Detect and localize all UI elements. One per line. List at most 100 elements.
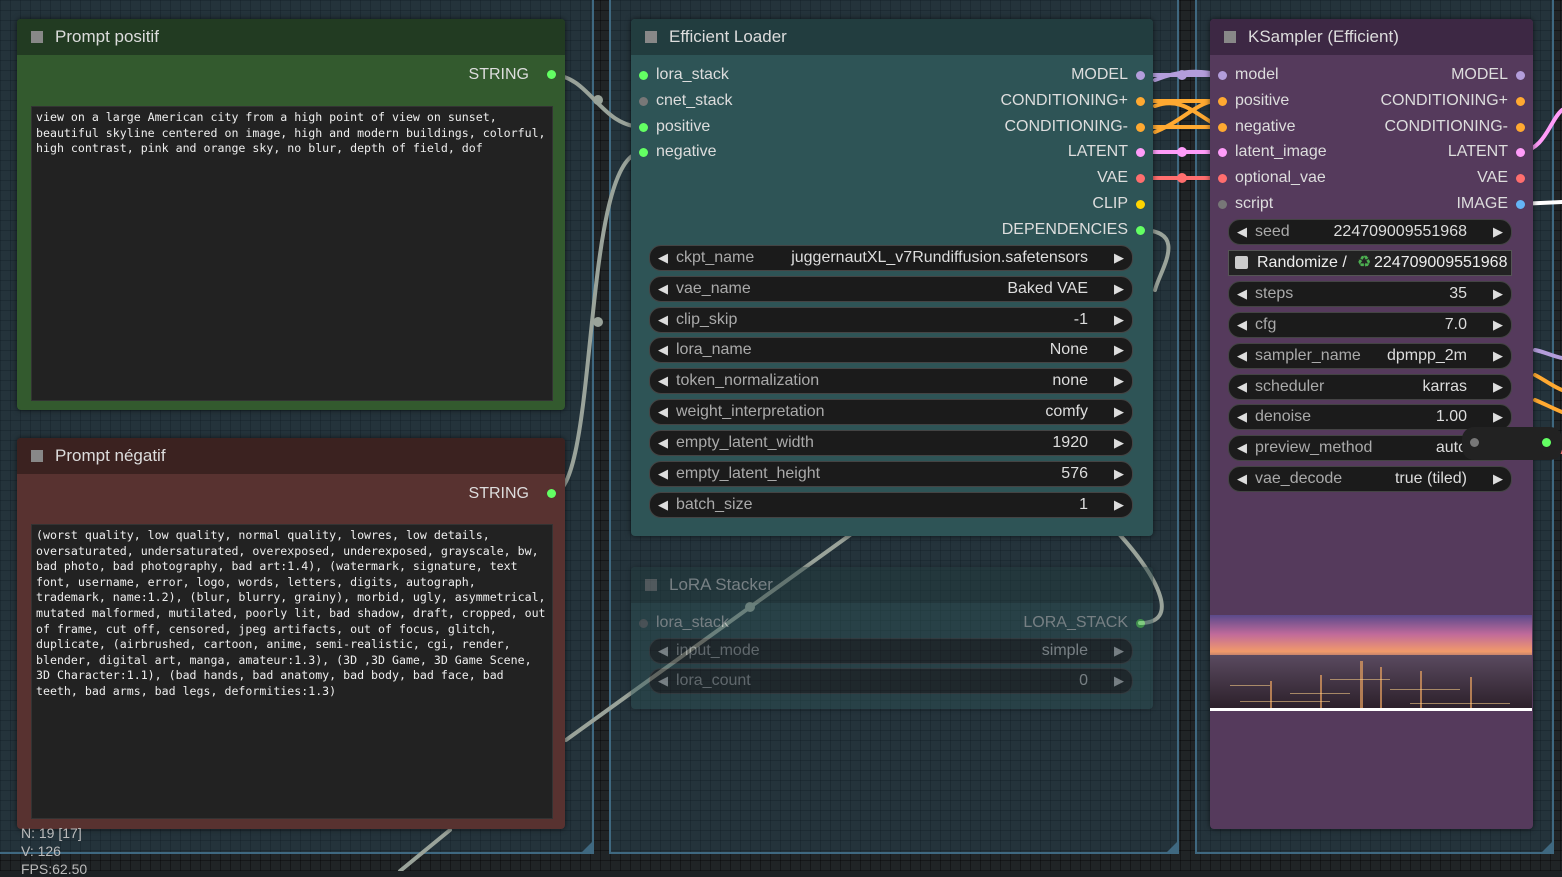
collapse-square-icon[interactable] [31,450,43,462]
arrow-left-icon[interactable]: ◀ [1237,436,1247,460]
node-prompt-negative[interactable]: Prompt négatif STRING (worst quality, lo… [17,438,565,829]
arrow-left-icon[interactable]: ◀ [658,338,668,362]
arrow-left-icon[interactable]: ◀ [1237,344,1247,368]
arrow-right-icon[interactable]: ▶ [1114,277,1124,301]
output-slot-latent[interactable] [1136,148,1145,157]
arrow-right-icon[interactable]: ▶ [1114,462,1124,486]
node-efficient-loader[interactable]: Efficient Loader lora_stack cnet_stack p… [631,19,1153,536]
output-slot-conditioning-pos[interactable] [1516,97,1525,106]
widget-sampler-name[interactable]: ◀ sampler_name dpmpp_2m ▶ [1228,343,1512,369]
node-prompt-positive[interactable]: Prompt positif STRING view on a large Am… [17,19,565,410]
arrow-left-icon[interactable]: ◀ [658,462,668,486]
randomize-button[interactable]: Randomize / ♻ 224709009551968 [1228,250,1512,276]
widget-batch-size[interactable]: ◀ batch_size 1 ▶ [649,492,1133,518]
collapse-square-icon[interactable] [31,31,43,43]
input-slot-optional-vae[interactable] [1218,174,1227,183]
arrow-right-icon[interactable]: ▶ [1114,400,1124,424]
widget-scheduler[interactable]: ◀ scheduler karras ▶ [1228,374,1512,400]
output-slot-string[interactable] [547,70,556,79]
arrow-right-icon[interactable]: ▶ [1114,369,1124,393]
widget-vae-name[interactable]: ◀ vae_name Baked VAE ▶ [649,276,1133,302]
input-slot-latent-image[interactable] [1218,148,1227,157]
widget-empty-latent-height[interactable]: ◀ empty_latent_height 576 ▶ [649,461,1133,487]
widget-seed[interactable]: ◀ seed 224709009551968 ▶ [1228,219,1512,245]
arrow-right-icon[interactable]: ▶ [1493,282,1503,306]
arrow-right-icon[interactable]: ▶ [1114,308,1124,332]
arrow-left-icon[interactable]: ◀ [658,369,668,393]
negative-prompt-textarea[interactable]: (worst quality, low quality, normal qual… [31,524,553,819]
arrow-left-icon[interactable]: ◀ [1237,220,1247,244]
collapse-square-icon[interactable] [1224,31,1236,43]
arrow-right-icon[interactable]: ▶ [1114,639,1124,663]
widget-lora-name[interactable]: ◀ lora_name None ▶ [649,337,1133,363]
input-slot-model[interactable] [1218,71,1227,80]
arrow-right-icon[interactable]: ▶ [1114,431,1124,455]
arrow-left-icon[interactable]: ◀ [658,639,668,663]
collapse-square-icon[interactable] [645,31,657,43]
node-title-bar[interactable]: Prompt positif [17,19,565,55]
input-slot-negative[interactable] [1218,123,1227,132]
widget-ckpt-name[interactable]: ◀ ckpt_name juggernautXL_v7Rundiffusion.sa… [649,245,1133,271]
widget-token-normalization[interactable]: ◀ token_normalization none ▶ [649,368,1133,394]
arrow-right-icon[interactable]: ▶ [1493,405,1503,429]
arrow-left-icon[interactable]: ◀ [658,669,668,693]
widget-clip-skip[interactable]: ◀ clip_skip -1 ▶ [649,307,1133,333]
arrow-right-icon[interactable]: ▶ [1493,313,1503,337]
output-slot-string[interactable] [547,489,556,498]
node-title-bar[interactable]: KSampler (Efficient) [1210,19,1533,55]
arrow-left-icon[interactable]: ◀ [1237,405,1247,429]
input-slot-script[interactable] [1218,200,1227,209]
widget-input-mode[interactable]: ◀ input_mode simple ▶ [649,638,1133,664]
arrow-right-icon[interactable]: ▶ [1493,467,1503,491]
input-slot-positive[interactable] [1218,97,1227,106]
node-ksampler-efficient[interactable]: KSampler (Efficient) model positive nega… [1210,19,1533,829]
node-title-bar[interactable]: Efficient Loader [631,19,1153,55]
arrow-left-icon[interactable]: ◀ [658,246,668,270]
arrow-left-icon[interactable]: ◀ [658,308,668,332]
arrow-left-icon[interactable]: ◀ [1237,467,1247,491]
input-slot-lora-stack[interactable] [639,619,648,628]
output-slot-clip[interactable] [1136,200,1145,209]
collapse-square-icon[interactable] [645,579,657,591]
output-slot-conditioning-neg[interactable] [1136,123,1145,132]
reroute-input-slot[interactable] [1470,438,1479,447]
arrow-right-icon[interactable]: ▶ [1493,344,1503,368]
widget-vae-decode[interactable]: ◀ vae_decode true (tiled) ▶ [1228,466,1512,492]
arrow-left-icon[interactable]: ◀ [1237,375,1247,399]
output-slot-vae[interactable] [1136,174,1145,183]
input-slot-positive[interactable] [639,123,648,132]
input-slot-lora-stack[interactable] [639,71,648,80]
widget-cfg[interactable]: ◀ cfg 7.0 ▶ [1228,312,1512,338]
input-slot-cnet-stack[interactable] [639,97,648,106]
arrow-left-icon[interactable]: ◀ [658,400,668,424]
node-title-bar[interactable]: LoRA Stacker [631,567,1153,603]
arrow-left-icon[interactable]: ◀ [1237,313,1247,337]
output-slot-lora-stack[interactable] [1136,619,1145,628]
arrow-right-icon[interactable]: ▶ [1493,220,1503,244]
widget-lora-count[interactable]: ◀ lora_count 0 ▶ [649,668,1133,694]
arrow-left-icon[interactable]: ◀ [658,493,668,517]
arrow-left-icon[interactable]: ◀ [658,431,668,455]
reroute-node[interactable] [1462,427,1562,460]
output-slot-model[interactable] [1136,71,1145,80]
arrow-right-icon[interactable]: ▶ [1114,246,1124,270]
output-slot-latent[interactable] [1516,148,1525,157]
arrow-left-icon[interactable]: ◀ [658,277,668,301]
widget-steps[interactable]: ◀ steps 35 ▶ [1228,281,1512,307]
output-slot-model[interactable] [1516,71,1525,80]
output-slot-conditioning-pos[interactable] [1136,97,1145,106]
positive-prompt-textarea[interactable]: view on a large American city from a hig… [31,106,553,401]
output-slot-dependencies[interactable] [1136,226,1145,235]
arrow-right-icon[interactable]: ▶ [1114,669,1124,693]
output-slot-conditioning-neg[interactable] [1516,123,1525,132]
arrow-right-icon[interactable]: ▶ [1114,493,1124,517]
input-slot-negative[interactable] [639,148,648,157]
widget-weight-interpretation[interactable]: ◀ weight_interpretation comfy ▶ [649,399,1133,425]
node-lora-stacker[interactable]: LoRA Stacker lora_stack LORA_STACK ◀ inpu… [631,567,1153,709]
node-title-bar[interactable]: Prompt négatif [17,438,565,474]
arrow-left-icon[interactable]: ◀ [1237,282,1247,306]
arrow-right-icon[interactable]: ▶ [1114,338,1124,362]
output-slot-vae[interactable] [1516,174,1525,183]
reroute-output-slot[interactable] [1542,438,1551,447]
output-slot-image[interactable] [1516,200,1525,209]
